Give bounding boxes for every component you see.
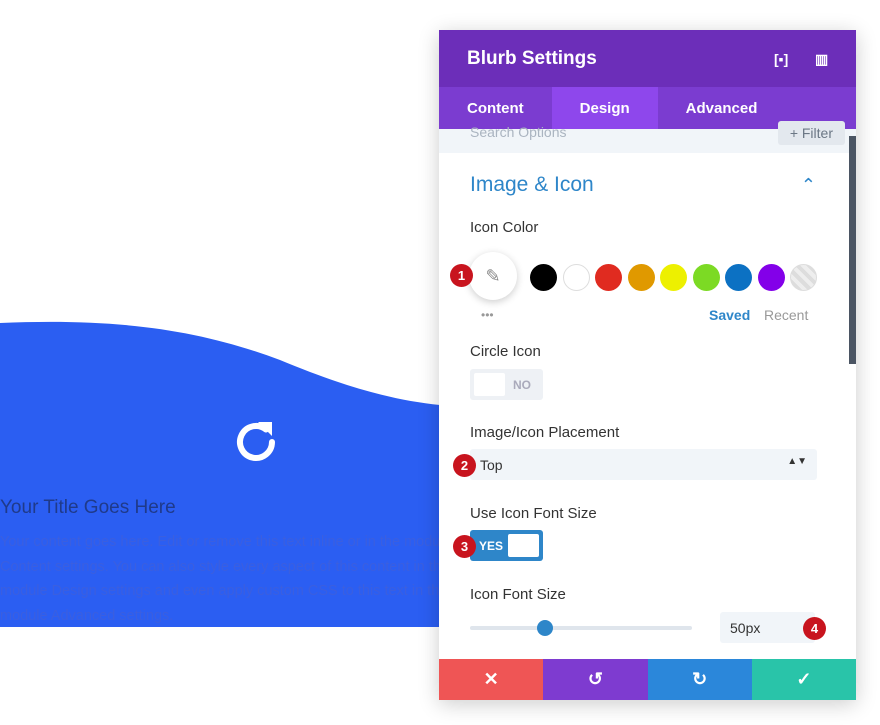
panel-header: Blurb Settings [▪] ▥ (439, 30, 856, 87)
color-picker-button[interactable]: ✎ (469, 252, 517, 300)
search-input[interactable]: Search Options (470, 124, 567, 140)
color-swatch[interactable] (595, 264, 622, 291)
swatch-transparent[interactable] (790, 264, 817, 291)
font-size-input[interactable]: 50px (720, 612, 815, 643)
step-badge-4: 4 (803, 617, 826, 640)
circle-icon-toggle[interactable]: NO (470, 369, 543, 400)
check-icon: ✓ (796, 669, 812, 689)
icon-color-label: Icon Color (470, 219, 539, 236)
section-title[interactable]: Image & Icon (470, 173, 594, 197)
use-font-size-label: Use Icon Font Size (470, 505, 597, 522)
panel-footer: ✕ ↺ ↻ ✓ (439, 659, 856, 700)
refresh-icon (237, 422, 275, 461)
slider-handle[interactable] (536, 620, 553, 636)
placement-select[interactable]: Top ▲▼ (470, 449, 817, 480)
color-swatch[interactable] (692, 264, 720, 291)
search-bar[interactable]: Search Options + Filter (439, 121, 856, 153)
step-badge-3: 3 (453, 535, 476, 558)
use-font-size-toggle[interactable]: YES (470, 530, 543, 561)
blurb-title: Your Title Goes Here (0, 497, 176, 518)
step-badge-2: 2 (453, 454, 476, 477)
step-badge-1: 1 (450, 264, 473, 287)
color-swatch[interactable] (757, 264, 785, 291)
tab-design[interactable]: Design (551, 87, 658, 129)
color-swatch[interactable] (725, 264, 752, 291)
redo-button[interactable]: ↻ (647, 659, 752, 700)
tab-content[interactable]: Content (439, 87, 552, 129)
undo-button[interactable]: ↺ (543, 659, 648, 700)
blurb-body: Your content goes here. Edit or remove t… (0, 534, 440, 624)
scrollbar[interactable] (849, 136, 856, 364)
save-button[interactable]: ✓ (751, 659, 856, 700)
color-swatch[interactable] (530, 264, 557, 291)
close-icon: ✕ (483, 669, 499, 689)
color-swatch[interactable] (562, 264, 590, 291)
circle-icon-label: Circle Icon (470, 343, 541, 360)
undo-icon: ↺ (587, 669, 603, 689)
saved-tab[interactable]: Saved (709, 307, 750, 323)
select-arrows-icon: ▲▼ (787, 456, 807, 467)
sidebar-icon[interactable]: ▥ (815, 51, 828, 68)
color-swatch[interactable] (660, 264, 687, 291)
font-size-slider[interactable] (470, 620, 692, 636)
font-size-label: Icon Font Size (470, 586, 566, 603)
more-colors[interactable]: ••• (481, 308, 494, 322)
redo-icon: ↻ (692, 669, 708, 689)
eyedropper-icon: ✎ (485, 265, 501, 286)
filter-button[interactable]: + Filter (777, 121, 845, 145)
cancel-button[interactable]: ✕ (439, 659, 544, 700)
chevron-up-icon[interactable]: ⌃ (801, 175, 816, 196)
settings-panel: Blurb Settings [▪] ▥ Content Design Adva… (439, 30, 856, 700)
recent-tab[interactable]: Recent (764, 307, 808, 323)
tab-advanced[interactable]: Advanced (658, 87, 786, 129)
fullscreen-icon[interactable]: [▪] (774, 51, 788, 67)
panel-title: Blurb Settings (467, 47, 597, 69)
placement-label: Image/Icon Placement (470, 424, 620, 441)
color-swatch[interactable] (627, 264, 655, 291)
